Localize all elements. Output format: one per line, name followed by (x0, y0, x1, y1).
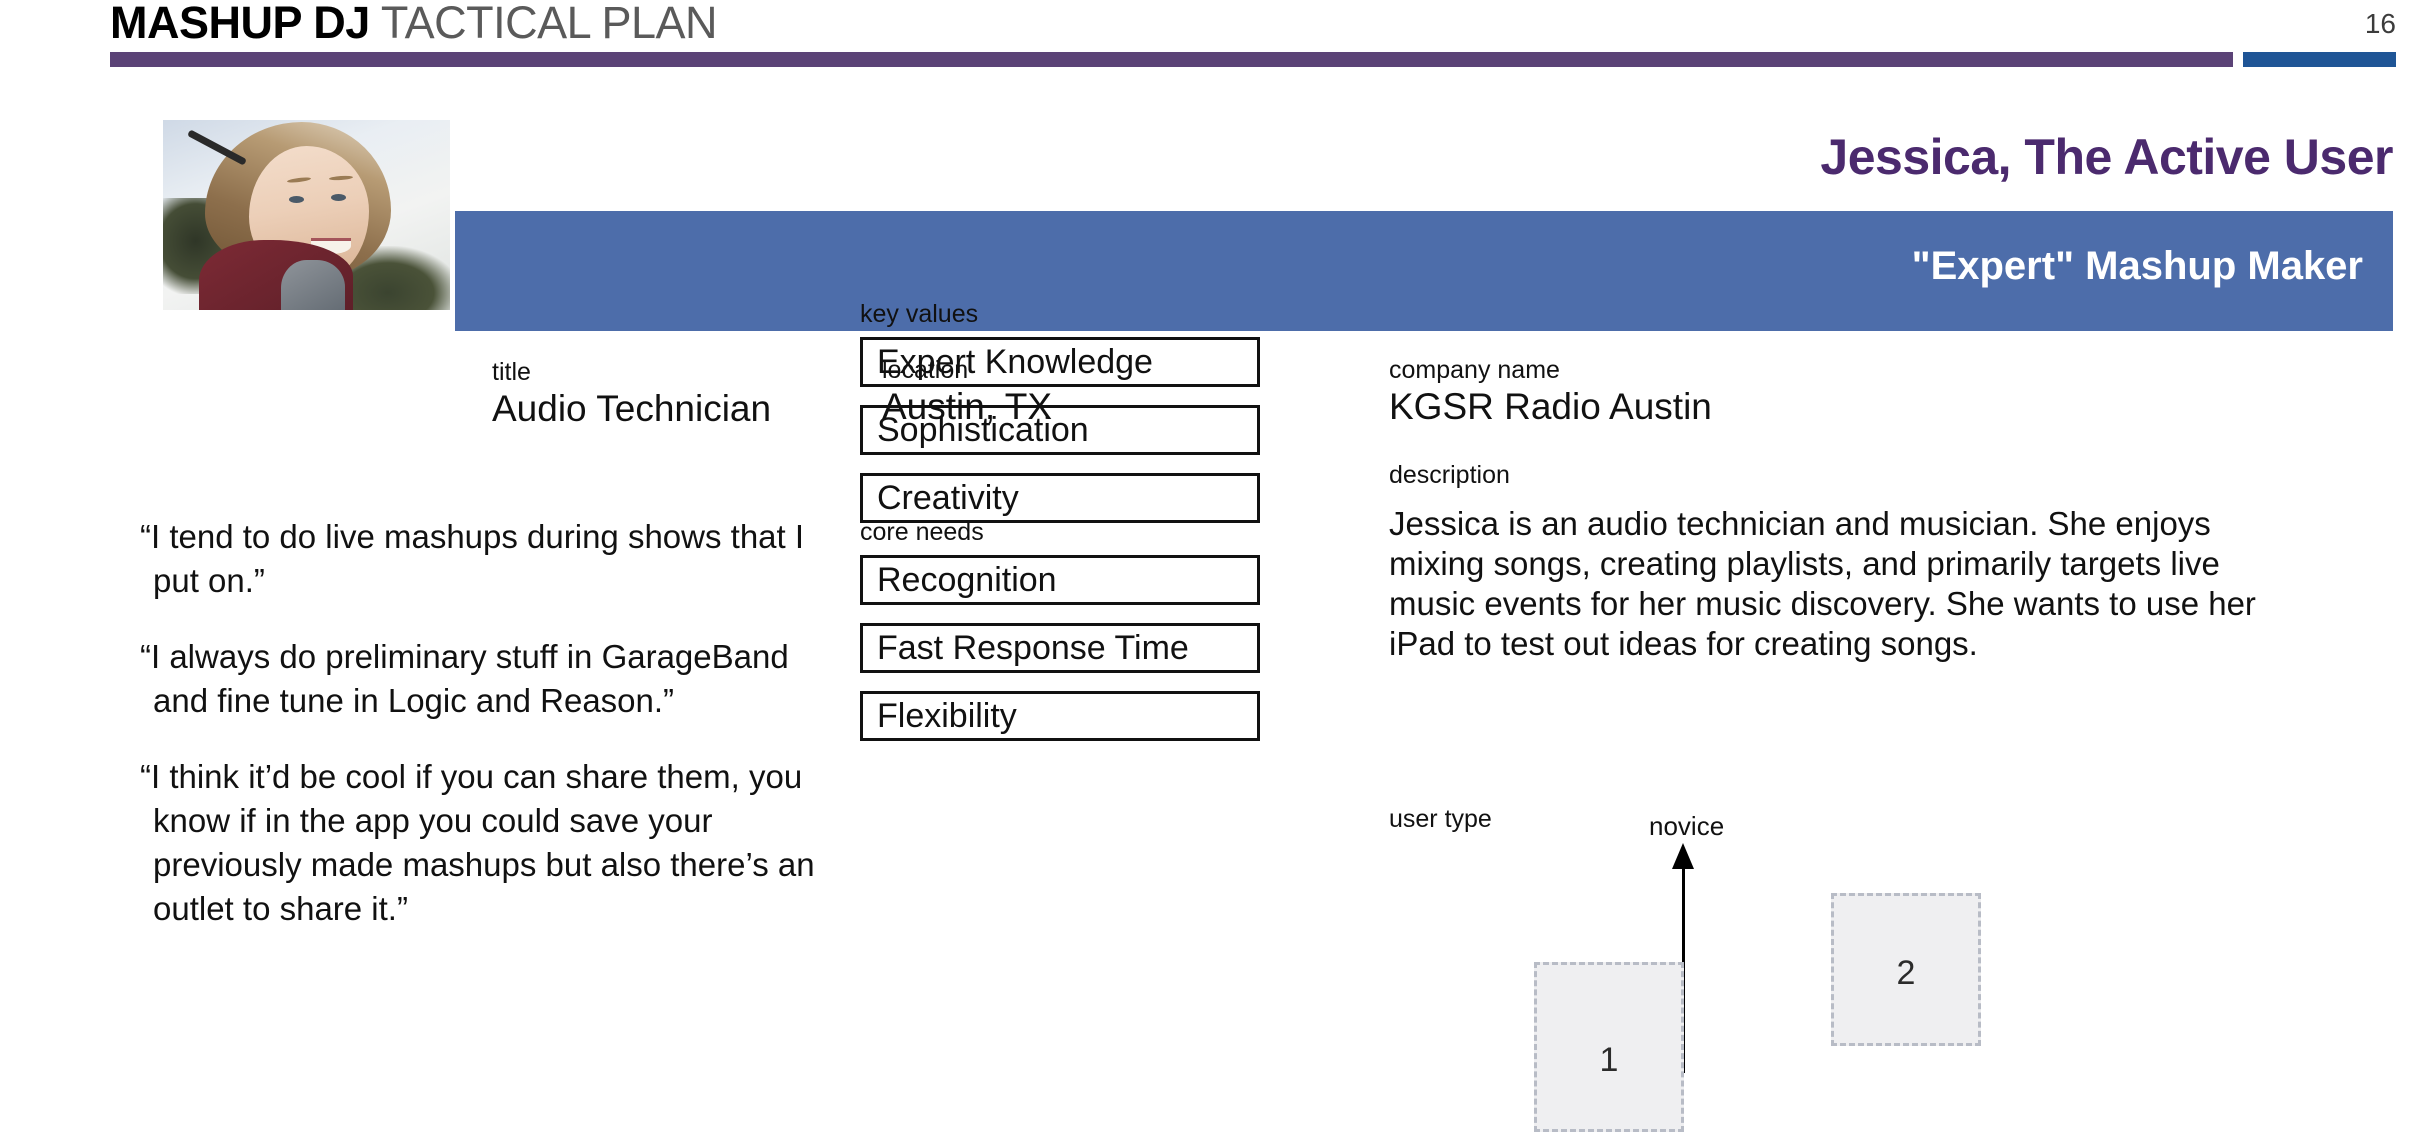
core-needs-section: core needs Recognition Fast Response Tim… (860, 518, 1260, 759)
photo-eye-right (331, 194, 346, 201)
quote-2: “I always do preliminary stuff in Garage… (140, 638, 789, 719)
field-title: title Audio Technician (492, 357, 771, 431)
persona-photo-illustration (163, 120, 450, 310)
field-company: company name KGSR Radio Austin (1389, 355, 1712, 429)
user-type-chart: user type novice 1 2 (1389, 805, 2399, 1132)
quote-1: “I tend to do live mashups during shows … (140, 518, 805, 599)
page-number: 16 (2364, 8, 2396, 39)
photo-eye-left (289, 196, 304, 203)
core-need-item: Flexibility (860, 691, 1260, 741)
key-value-item: Sophistication (860, 405, 1260, 455)
persona-role-banner: "Expert" Mashup Maker (455, 211, 2393, 331)
user-type-segment: 1 (1534, 962, 1684, 1132)
deck-subtitle: TACTICAL PLAN (369, 0, 718, 48)
description-label: description (1389, 461, 1510, 489)
user-type-segment-label: 1 (1599, 1041, 1619, 1079)
persona-name: Jessica, The Active User (1820, 129, 2393, 185)
key-value-item: Creativity (860, 473, 1260, 523)
field-company-value: KGSR Radio Austin (1389, 386, 1712, 427)
core-need-item: Fast Response Time (860, 623, 1260, 673)
slide-header: MASHUP DJ TACTICAL PLAN 16 (0, 0, 2430, 67)
key-value-item: Expert Knowledge (860, 337, 1260, 387)
user-type-segment-label: 2 (1896, 954, 1916, 992)
header-rule-blue (2243, 52, 2396, 67)
quote-3: “I think it’d be cool if you can share t… (140, 758, 815, 927)
description-section: description Jessica is an audio technici… (1389, 460, 2299, 664)
field-company-label: company name (1389, 356, 1560, 384)
field-title-label: title (492, 358, 531, 386)
field-title-value: Audio Technician (492, 388, 772, 429)
persona-role-label: "Expert" Mashup Maker (1911, 244, 2363, 288)
user-type-segment: 2 (1831, 893, 1981, 1046)
core-need-item: Recognition (860, 555, 1260, 605)
persona-photo (163, 120, 450, 310)
header-rule-purple (110, 52, 2233, 67)
key-values-section: key values Expert Knowledge Sophisticati… (860, 300, 1260, 541)
key-values-label: key values (860, 300, 979, 328)
core-needs-label: core needs (860, 518, 984, 546)
description-text: Jessica is an audio technician and music… (1389, 505, 2256, 662)
page-title: MASHUP DJ TACTICAL PLAN (110, 0, 718, 48)
axis-top-label: novice (1649, 811, 1725, 841)
brand-name: MASHUP DJ (110, 0, 370, 48)
persona-quotes: “I tend to do live mashups during shows … (140, 515, 830, 963)
user-type-label: user type (1389, 805, 1492, 833)
photo-collar (281, 260, 345, 310)
